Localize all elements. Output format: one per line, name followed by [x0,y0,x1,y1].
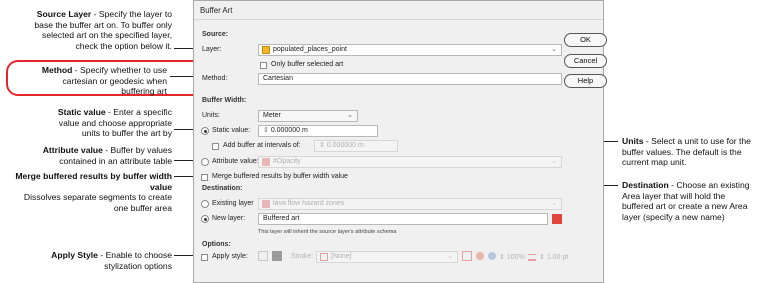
attribute-value-label: Attribute value: [212,158,259,165]
new-layer-radio[interactable] [201,215,209,223]
opacity-value[interactable]: ⇕ 100% [499,253,525,261]
method-value: Cartesian [263,75,293,82]
help-button[interactable]: Help [564,74,607,88]
inherit-note: This layer will inherit the source layer… [258,229,397,235]
intervals-checkbox[interactable] [212,143,219,150]
annotation-destination: Destination - Choose an existing Area la… [622,180,750,222]
chevron-down-icon: ⌄ [551,200,557,207]
spinner-icon: ⇕ [319,142,325,149]
intervals-input[interactable]: ⇕ 0.000000 m [314,140,398,152]
title-divider [194,19,603,20]
new-layer-input[interactable]: Buffered art [258,213,548,225]
stroke-none-icon [320,253,328,261]
units-select[interactable]: Meter ⌄ [258,110,358,122]
merge-checkbox[interactable] [201,174,208,181]
stroke-color-icon[interactable] [462,251,472,261]
stroke-select[interactable]: [None] ⌄ [316,251,458,263]
new-layer-label: New layer: [212,215,246,222]
apply-style-checkbox[interactable] [201,254,208,261]
stroke-width-value[interactable]: ⇕ 1.00 pt [539,253,568,261]
ok-button[interactable]: OK [564,33,607,47]
layer-label: Layer: [202,46,222,53]
destination-section-label: Destination: [202,185,243,192]
area-layer-icon [262,200,270,208]
new-layer-icon[interactable] [552,214,562,224]
fill-color-icon[interactable] [272,251,282,261]
layer-value: populated_places_point [273,46,347,53]
attribute-value-radio[interactable] [201,158,209,166]
annotation-source-layer: Source Layer - Specify the layer to base… [34,9,172,51]
intervals-value: 0.000000 m [326,142,364,149]
method-label: Method: [202,75,228,82]
annotation-merge: Merge buffered results by buffer width v… [15,171,172,213]
static-value-label: Static value: [212,127,251,134]
intervals-label: Add buffer at intervals of: [223,142,301,149]
buffer-art-dialog: Buffer Art Source: Layer: populated_plac… [193,0,604,283]
annotation-units: Units - Select a unit to use for the buf… [622,136,751,168]
cancel-button[interactable]: Cancel [564,54,607,68]
spinner-icon: ⇕ [499,254,505,261]
static-value-input[interactable]: ⇕ 0.000000 m [258,125,378,137]
fill-style-icon[interactable] [258,251,268,261]
effects-icon[interactable] [476,252,484,260]
chevron-down-icon: ⌄ [551,46,557,53]
chevron-down-icon: ⌄ [551,158,557,165]
chevron-down-icon: ⌄ [447,253,453,260]
stroke-width-icon [528,254,536,261]
annotation-method: Method - Specify whether to use cartesia… [41,65,167,97]
opacity-icon [488,252,496,260]
chevron-down-icon: ⌄ [347,112,353,119]
dialog-title: Buffer Art [200,6,233,15]
units-label: Units: [202,112,220,119]
static-value-radio[interactable] [201,127,209,135]
stroke-label: Stroke: [291,253,314,260]
stroke-value: [None] [331,253,352,260]
existing-layer-radio[interactable] [201,200,209,208]
attribute-value: #Opacity [273,158,301,165]
table-icon [262,158,270,166]
spinner-icon: ⇕ [263,127,269,134]
point-layer-icon [262,46,270,54]
method-select[interactable]: Cartesian [258,73,562,85]
existing-layer-select[interactable]: lava flow hazard zones ⌄ [258,198,562,210]
units-value: Meter [263,112,281,119]
attribute-value-select[interactable]: #Opacity ⌄ [258,156,562,168]
annotation-static-value: Static value - Enter a specific value an… [57,107,172,139]
only-selected-label: Only buffer selected art [271,61,344,68]
new-layer-value: Buffered art [263,215,300,222]
annotation-apply-style: Apply Style - Enable to choose stylizati… [51,250,172,271]
annotation-attribute-value: Attribute value - Buffer by values conta… [42,145,172,166]
buffer-width-section-label: Buffer Width: [202,97,247,104]
merge-label: Merge buffered results by buffer width v… [212,173,348,180]
source-section-label: Source: [202,31,229,38]
apply-style-label: Apply style: [212,253,248,260]
existing-layer-label: Existing layer [212,200,254,207]
options-section-label: Options: [202,241,231,248]
existing-layer-value: lava flow hazard zones [273,200,345,207]
spinner-icon: ⇕ [539,254,545,261]
static-value: 0.000000 m [270,127,308,134]
only-selected-checkbox[interactable] [260,62,267,69]
layer-select[interactable]: populated_places_point ⌄ [258,44,562,56]
